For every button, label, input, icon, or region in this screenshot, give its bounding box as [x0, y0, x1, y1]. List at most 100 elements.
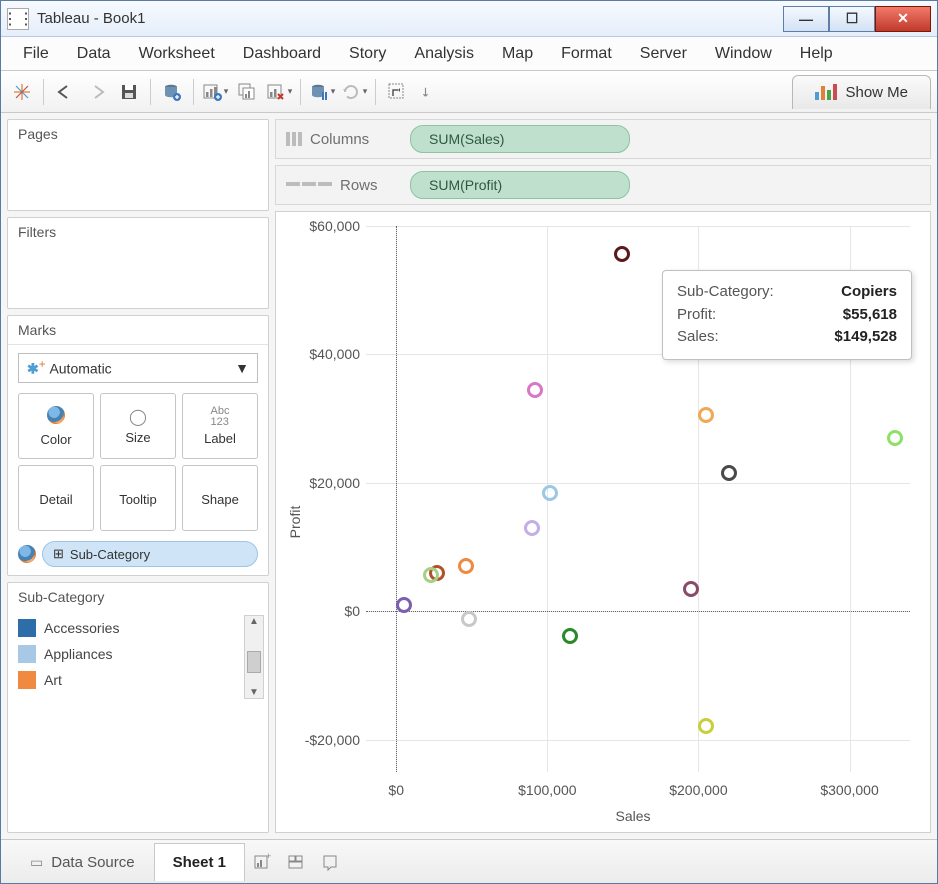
data-point[interactable]	[461, 611, 477, 627]
filters-label: Filters	[8, 218, 268, 246]
chevron-down-icon: ▼	[235, 360, 249, 376]
minimize-button[interactable]: —	[783, 6, 829, 32]
close-button[interactable]: ✕	[875, 6, 931, 32]
filters-shelf[interactable]: Filters	[7, 217, 269, 309]
mark-type-dropdown[interactable]: ✱+ Automatic ▼	[18, 353, 258, 383]
data-point[interactable]	[458, 558, 474, 574]
legend-title: Sub-Category	[8, 583, 268, 611]
side-panels: Pages Filters Marks ✱+ Automatic ▼ Color	[1, 113, 273, 839]
legend-item[interactable]: Art	[18, 667, 258, 693]
tab-data-source[interactable]: ▭ Data Source	[11, 843, 154, 881]
data-point[interactable]	[683, 581, 699, 597]
mark-type-value: Automatic	[49, 361, 111, 377]
marks-detail-button[interactable]: Detail	[18, 465, 94, 531]
data-point[interactable]	[524, 520, 540, 536]
svg-text:+: +	[266, 852, 271, 861]
scroll-up-icon[interactable]: ▲	[249, 616, 259, 627]
rows-label: Rows	[340, 177, 378, 194]
data-point[interactable]	[396, 597, 412, 613]
app-icon: ⋮⋮	[7, 8, 29, 30]
legend-item[interactable]: Accessories	[18, 615, 258, 641]
show-me-button[interactable]: Show Me	[792, 75, 931, 109]
new-dashboard-tab-button[interactable]	[279, 845, 313, 879]
data-point[interactable]	[527, 382, 543, 398]
legend-item[interactable]: Appliances	[18, 641, 258, 667]
data-point[interactable]	[423, 567, 439, 583]
menubar: File Data Worksheet Dashboard Story Anal…	[1, 37, 937, 71]
data-point[interactable]	[614, 246, 630, 262]
columns-pill-sales[interactable]: SUM(Sales)	[410, 125, 630, 153]
label-icon: Abc123	[211, 406, 230, 428]
tableau-logo-icon[interactable]	[7, 77, 37, 107]
y-tick-label: $0	[292, 603, 360, 619]
new-worksheet-button[interactable]	[200, 77, 230, 107]
menu-map[interactable]: Map	[488, 39, 547, 69]
columns-shelf[interactable]: Columns SUM(Sales)	[275, 119, 931, 159]
new-worksheet-tab-button[interactable]: +	[245, 845, 279, 879]
run-update-button[interactable]	[339, 77, 369, 107]
marks-shape-button[interactable]: Shape	[182, 465, 258, 531]
scroll-down-icon[interactable]: ▼	[249, 687, 259, 698]
data-point[interactable]	[562, 628, 578, 644]
plus-icon: ⊞	[53, 546, 64, 562]
maximize-button[interactable]: ☐	[829, 6, 875, 32]
bar-chart-icon	[815, 84, 837, 100]
auto-updates-button[interactable]	[307, 77, 337, 107]
window-title: Tableau - Book1	[37, 10, 783, 27]
show-me-label: Show Me	[845, 84, 908, 101]
menu-file[interactable]: File	[9, 39, 63, 69]
menu-server[interactable]: Server	[626, 39, 701, 69]
titlebar: ⋮⋮ Tableau - Book1 — ☐ ✕	[1, 1, 937, 37]
color-pill-subcategory[interactable]: ⊞ Sub-Category	[42, 541, 258, 567]
tab-sheet-1[interactable]: Sheet 1	[154, 843, 245, 881]
marks-size-button[interactable]: ◯ Size	[100, 393, 176, 459]
color-chip-icon	[18, 545, 36, 563]
data-point[interactable]	[698, 718, 714, 734]
sort-button[interactable]	[414, 77, 444, 107]
new-data-source-button[interactable]	[157, 77, 187, 107]
menu-analysis[interactable]: Analysis	[400, 39, 488, 69]
legend-scrollbar[interactable]: ▲ ▼	[244, 615, 264, 699]
scroll-thumb[interactable]	[247, 651, 261, 673]
pages-shelf[interactable]: Pages	[7, 119, 269, 211]
pages-label: Pages	[8, 120, 268, 148]
data-point[interactable]	[698, 407, 714, 423]
view-area: Columns SUM(Sales) Rows SUM(Profit) Prof…	[273, 113, 937, 839]
menu-story[interactable]: Story	[335, 39, 400, 69]
menu-data[interactable]: Data	[63, 39, 125, 69]
data-point[interactable]	[721, 465, 737, 481]
marks-tooltip-button[interactable]: Tooltip	[100, 465, 176, 531]
rows-shelf[interactable]: Rows SUM(Profit)	[275, 165, 931, 205]
y-tick-label: $20,000	[292, 475, 360, 491]
toolbar: Show Me	[1, 71, 937, 113]
viz-canvas[interactable]: Profit $0$100,000$200,000$300,000-$20,00…	[275, 211, 931, 833]
rows-pill-profit[interactable]: SUM(Profit)	[410, 171, 630, 199]
menu-worksheet[interactable]: Worksheet	[125, 39, 229, 69]
menu-dashboard[interactable]: Dashboard	[229, 39, 335, 69]
duplicate-sheet-button[interactable]	[232, 77, 262, 107]
marks-label-button[interactable]: Abc123 Label	[182, 393, 258, 459]
data-point[interactable]	[542, 485, 558, 501]
x-axis-title: Sales	[615, 808, 650, 824]
x-tick-label: $200,000	[669, 782, 727, 798]
menu-window[interactable]: Window	[701, 39, 786, 69]
x-tick-label: $0	[388, 782, 404, 798]
tooltip: Sub-Category:Copiers Profit:$55,618 Sale…	[662, 270, 912, 360]
color-icon	[47, 406, 65, 429]
redo-button[interactable]	[82, 77, 112, 107]
y-tick-label: $40,000	[292, 346, 360, 362]
undo-button[interactable]	[50, 77, 80, 107]
legend-swatch-icon	[18, 619, 36, 637]
menu-help[interactable]: Help	[786, 39, 847, 69]
new-story-tab-button[interactable]	[313, 845, 347, 879]
color-pill-label: Sub-Category	[70, 547, 150, 562]
data-point[interactable]	[887, 430, 903, 446]
menu-format[interactable]: Format	[547, 39, 626, 69]
app-window: ⋮⋮ Tableau - Book1 — ☐ ✕ File Data Works…	[0, 0, 938, 884]
y-axis-title: Profit	[287, 506, 303, 539]
clear-sheet-button[interactable]	[264, 77, 294, 107]
marks-color-button[interactable]: Color	[18, 393, 94, 459]
columns-icon	[286, 132, 302, 146]
save-button[interactable]	[114, 77, 144, 107]
swap-button[interactable]	[382, 77, 412, 107]
